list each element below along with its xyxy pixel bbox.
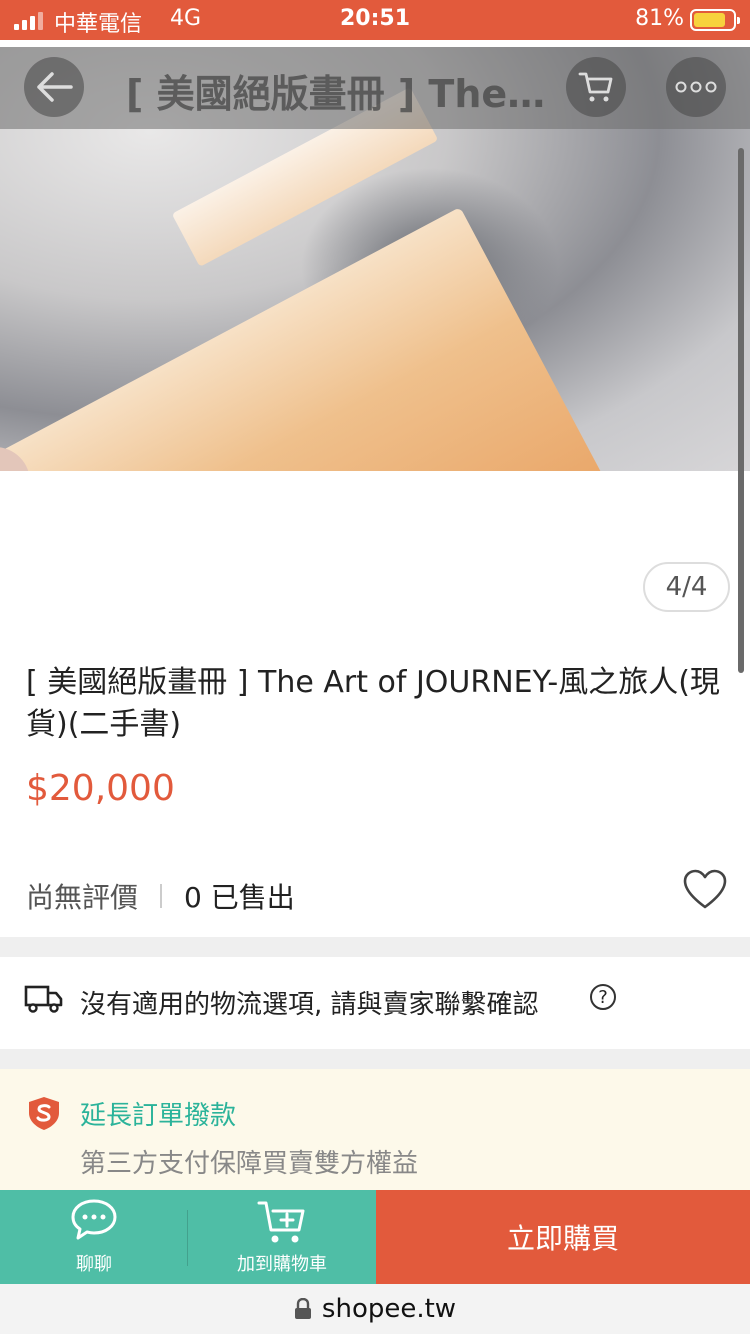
stats-divider <box>160 884 163 908</box>
shipping-text: 沒有適用的物流選項, 請與賣家聯繫確認 <box>80 990 539 1020</box>
truck-icon <box>24 985 63 1013</box>
battery-icon <box>690 9 740 31</box>
back-button[interactable] <box>24 57 84 117</box>
more-icon <box>675 81 717 93</box>
product-stats: 尚無評價 0 已售出 <box>26 876 295 916</box>
add-to-cart-label: 加到購物車 <box>237 1254 327 1275</box>
guarantee-banner[interactable]: 延長訂單撥款 第三方支付保障買賣雙方權益 <box>0 1069 750 1190</box>
chat-label: 聊聊 <box>76 1254 112 1275</box>
back-arrow-icon <box>37 72 73 102</box>
product-price: $20,000 <box>26 768 175 809</box>
sold-count: 0 已售出 <box>184 881 295 914</box>
help-icon[interactable]: ? <box>590 984 616 1010</box>
guarantee-title: 延長訂單撥款 <box>80 1101 237 1131</box>
cart-button[interactable] <box>566 57 626 117</box>
section-divider <box>0 937 750 957</box>
chat-bubble-icon <box>71 1199 117 1240</box>
rating-text[interactable]: 尚無評價 <box>26 876 138 916</box>
add-to-cart-button[interactable]: 加到購物車 <box>188 1190 376 1284</box>
section-divider <box>0 1049 750 1069</box>
image-counter: 4/4 <box>643 562 730 612</box>
battery-percent: 81% <box>635 6 684 31</box>
lock-icon <box>294 1298 311 1319</box>
scrollbar[interactable] <box>738 148 744 673</box>
heart-icon <box>683 869 727 909</box>
add-cart-icon <box>257 1201 305 1243</box>
top-nav-bar: [ 美國絕版畫冊 ] The... <box>0 47 750 129</box>
bottom-action-bar: 聊聊 加到購物車 立即購買 <box>0 1190 750 1284</box>
browser-url-bar[interactable]: shopee.tw <box>0 1284 750 1334</box>
buy-now-button[interactable]: 立即購買 <box>376 1190 750 1284</box>
url-text: shopee.tw <box>321 1294 457 1324</box>
cart-icon <box>578 72 613 102</box>
shield-icon <box>29 1097 59 1130</box>
status-bar: 中華電信 4G 20:51 81% <box>0 0 750 40</box>
product-title: [ 美國絕版畫冊 ] The Art of JOURNEY-風之旅人(現貨)(二… <box>26 665 720 742</box>
guarantee-subtitle: 第三方支付保障買賣雙方權益 <box>80 1149 419 1179</box>
shipping-row[interactable]: 沒有適用的物流選項, 請與賣家聯繫確認 ? <box>0 957 750 1049</box>
page-title: [ 美國絕版畫冊 ] The... <box>126 72 546 116</box>
status-separator <box>0 40 750 47</box>
chat-button[interactable]: 聊聊 <box>0 1190 188 1284</box>
more-button[interactable] <box>666 57 726 117</box>
like-button[interactable] <box>682 868 728 914</box>
